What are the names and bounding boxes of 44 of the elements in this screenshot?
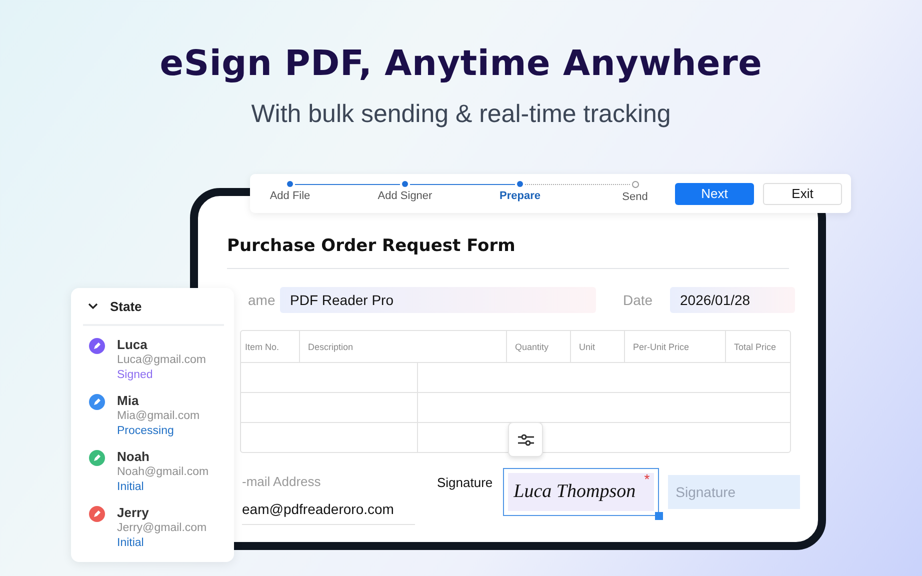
column-header: Quantity: [515, 342, 549, 352]
name-field[interactable]: PDF Reader Pro: [280, 287, 596, 313]
signer-status: Initial: [117, 480, 145, 495]
column-header: Per-Unit Price: [633, 342, 690, 352]
column-header: Total Price: [734, 342, 776, 352]
step-dot: [632, 181, 638, 188]
step-label[interactable]: Send: [622, 191, 648, 203]
settings-button[interactable]: [508, 422, 543, 457]
resize-handle[interactable]: [654, 512, 663, 520]
next-button[interactable]: Next: [675, 182, 754, 204]
column-header: Unit: [579, 342, 596, 352]
column-header: Description: [308, 342, 354, 352]
signer-status: Initial: [117, 536, 145, 551]
exit-button[interactable]: Exit: [763, 182, 842, 204]
step-dot: [287, 181, 293, 187]
step-dot: [517, 181, 523, 187]
field-label: -mail Address: [242, 474, 322, 489]
step-label[interactable]: Add Signer: [378, 190, 432, 202]
headline: eSign PDF, Anytime Anywhere: [160, 44, 762, 84]
field-label: Signature: [437, 475, 493, 490]
signer-name: Luca: [117, 336, 148, 353]
signer-email: Jerry@gmail.com: [117, 521, 207, 536]
subheadline: With bulk sending & real-time tracking: [251, 100, 671, 129]
column-header: Item No.: [245, 342, 280, 352]
required-mark: *: [644, 471, 650, 487]
field-label: ame: [248, 292, 276, 308]
signer-name: Mia: [117, 392, 140, 409]
signer-status: Signed: [117, 368, 154, 383]
signer-email: Noah@gmail.com: [117, 465, 209, 480]
date-field[interactable]: 2026/01/28: [670, 287, 795, 313]
signer-email: Mia@gmail.com: [117, 409, 200, 424]
email-field[interactable]: eam@pdfreaderoro.com: [242, 501, 415, 517]
form-title: Purchase Order Request Form: [227, 236, 516, 256]
sliders-icon: [518, 432, 534, 446]
signer-name: Jerry: [117, 504, 150, 521]
step-label[interactable]: Prepare: [500, 190, 540, 202]
signer-name: Noah: [117, 448, 150, 465]
signer-status: Processing: [117, 424, 175, 439]
step-label[interactable]: Add File: [270, 190, 310, 202]
panel-title: State: [110, 298, 142, 314]
step-dot: [402, 181, 408, 187]
chevron-icon[interactable]: [88, 302, 98, 310]
field-label: Date: [623, 292, 654, 308]
signer-email: Luca@gmail.com: [117, 353, 206, 368]
